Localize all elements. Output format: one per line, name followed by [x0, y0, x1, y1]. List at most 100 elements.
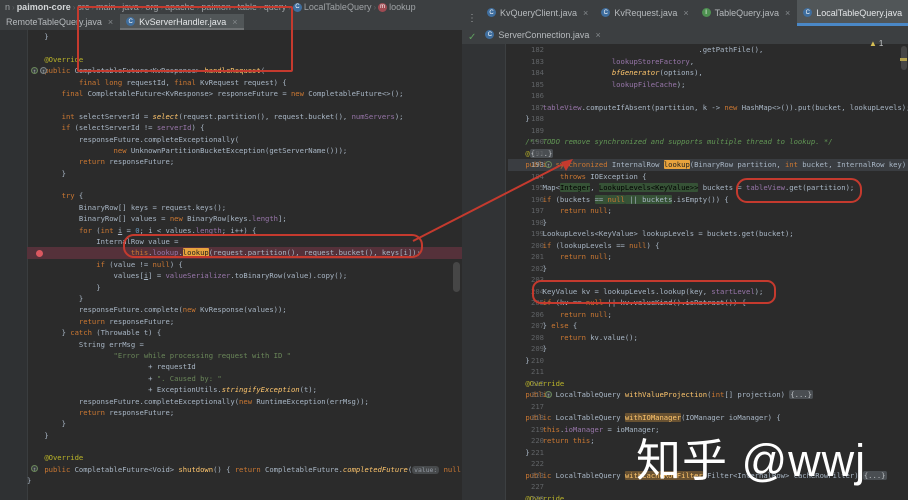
code-line: 198 }	[508, 217, 547, 227]
code-line: int selectServerId = select(request.part…	[61, 111, 404, 121]
override-marker-icon[interactable]: ↑	[31, 66, 38, 75]
line-number: 189	[531, 125, 544, 135]
left-editor-scrollbar[interactable]	[453, 262, 460, 292]
line-number: 190	[531, 137, 544, 146]
code-line: @Override	[44, 54, 84, 64]
tab-close-icon[interactable]: ×	[232, 17, 237, 27]
class-icon: C	[126, 17, 136, 26]
breadcrumb-item-lookup[interactable]: m lookup	[378, 2, 416, 12]
code-line: 202 }	[508, 263, 547, 273]
override-marker-icon[interactable]: ↑	[545, 160, 552, 169]
line-number: 200	[531, 240, 544, 250]
breadcrumb-separator: ›	[140, 2, 144, 12]
code-line: 203	[508, 274, 908, 286]
breakpoint-icon[interactable]	[36, 249, 43, 257]
tab-kvserverhandler-java[interactable]: C KvServerHandler.java ×	[120, 14, 245, 30]
breadcrumb-separator: ›	[196, 2, 200, 12]
tab-serverconnection-java[interactable]: C ServerConnection.java ×	[479, 26, 607, 44]
tab-kvqueryclient-java[interactable]: C KvQueryClient.java ×	[481, 0, 595, 26]
code-line: return responseFuture;	[78, 316, 175, 326]
code-line: 205 if (kv == null || kv.valueKind().isR…	[508, 297, 908, 309]
code-line: 187 tableView.computeIfAbsent(partition,…	[508, 102, 908, 114]
code-line: 218 public LocalTableQuery withIOManager…	[508, 412, 908, 424]
ide-window: n › paimon-core › src › main › java › org › apache › p…	[0, 0, 908, 500]
breadcrumb-item-src[interactable]: src	[77, 2, 89, 12]
breadcrumb-separator: ›	[72, 2, 76, 12]
code-line: ↑ public CompletableFuture<Void> shutdow…	[31, 464, 462, 474]
error-stripe-mark[interactable]	[900, 58, 907, 61]
tab-close-icon[interactable]: ×	[583, 8, 588, 18]
tab-overflow-icon[interactable]: ⋮	[462, 13, 481, 26]
left-code-area[interactable]: } @Override ↑ ↑ public CompletableFuture<K…	[0, 30, 462, 487]
class-icon: C	[803, 8, 813, 17]
tab-remotetablequery-java[interactable]: RemoteTableQuery.java ×	[0, 14, 120, 30]
line-number: 219	[531, 424, 544, 434]
tab-close-icon[interactable]: ×	[683, 8, 688, 18]
code-line: 188 }	[508, 114, 544, 123]
tab-close-icon[interactable]: ×	[595, 30, 600, 40]
breadcrumb-item-table[interactable]: table	[238, 2, 258, 12]
code-line: 211	[508, 366, 908, 378]
line-number: 203	[531, 275, 544, 284]
left-editor-pane[interactable]: } @Override ↑ ↑ public CompletableFuture<K…	[0, 30, 462, 500]
right-editor-tab-bar-row1: ⋮ C KvQueryClient.java × C KvRequest.java × I T…	[462, 0, 908, 26]
line-number: 207	[531, 321, 544, 330]
tab-tablequery-java[interactable]: I TableQuery.java ×	[696, 0, 798, 26]
line-number: 204	[531, 286, 544, 296]
interface-icon: I	[701, 8, 711, 17]
code-line: BinaryRow[] keys = request.keys();	[27, 202, 227, 212]
code-line: 182 .getPathFile(),	[508, 45, 764, 54]
code-line: }	[27, 32, 49, 41]
tab-kvrequest-java[interactable]: C KvRequest.java ×	[595, 0, 695, 26]
breadcrumb-item-paimon[interactable]: paimon	[201, 2, 231, 12]
code-line: + ". Caused by: "	[27, 373, 222, 383]
breadcrumb-item-query[interactable]: query	[264, 2, 287, 12]
code-line: + ExceptionUtils.stringifyException(t);	[27, 385, 317, 395]
code-line: 207 } else {	[508, 321, 578, 330]
inspections-warning-widget[interactable]: ▲ 1	[869, 39, 883, 48]
line-number: 206	[531, 309, 544, 319]
code-line: 213 ↑ public LocalTableQuery withValuePro…	[508, 389, 908, 401]
override-marker-icon[interactable]: ↑	[545, 390, 552, 399]
code-line: return responseFuture;	[78, 407, 175, 417]
code-line: final CompletableFuture<KvResponse> resp…	[61, 88, 404, 98]
code-line: responseFuture.completeExceptionally(	[27, 134, 240, 144]
breadcrumb-item-apache[interactable]: apache	[165, 2, 195, 12]
code-line: 217	[508, 401, 908, 413]
code-line: 189	[508, 125, 908, 137]
line-number: 201	[531, 252, 544, 261]
implement-marker-icon[interactable]: ↑	[40, 66, 47, 75]
tab-close-icon[interactable]: ×	[108, 17, 113, 27]
code-line: 200 if (lookupLevels == null) {	[508, 240, 908, 252]
line-number: 202	[531, 263, 544, 273]
breadcrumb-item-org[interactable]: org	[145, 2, 158, 12]
breadcrumb-item-main[interactable]: main	[96, 2, 116, 12]
line-number: 188	[531, 114, 544, 123]
line-number: 183	[531, 56, 544, 66]
code-line: if (value != null) {	[96, 259, 183, 269]
breadcrumb: n › paimon-core › src › main › java › org › apache › p…	[0, 0, 462, 14]
breadcrumb-item-java[interactable]: java	[122, 2, 139, 12]
tab-localtablequery-java[interactable]: CLocalTableQuery.java×	[797, 0, 908, 26]
code-line: }	[27, 430, 49, 440]
class-icon: C	[485, 30, 495, 39]
code-line: 185 lookupFileCache);	[508, 79, 908, 91]
code-line: BinaryRow[] values = new BinaryRow[keys.…	[27, 214, 287, 224]
breadcrumb-item-paimon-core[interactable]: paimon-core	[17, 2, 71, 12]
code-line: 191 @{...}	[508, 148, 908, 160]
code-line: 206 return null;	[508, 309, 908, 321]
code-line: final long requestId, final KvRequest re…	[78, 77, 287, 87]
line-number: 208	[531, 332, 544, 342]
breadcrumb-item-n[interactable]: n	[5, 2, 10, 12]
line-number: 213	[531, 390, 544, 399]
breadcrumb-separator: ›	[160, 2, 164, 12]
code-line: 204 KeyValue kv = lookupLevels.lookup(ke…	[508, 286, 764, 296]
breadcrumb-separator: ›	[373, 2, 377, 12]
warning-icon: ▲	[869, 39, 877, 48]
tab-close-icon[interactable]: ×	[785, 8, 790, 18]
code-line: responseFuture.completeExceptionally(new…	[27, 396, 369, 406]
breadcrumb-item-localtablequery[interactable]: C LocalTableQuery	[292, 2, 371, 12]
code-line: try {	[61, 191, 84, 201]
